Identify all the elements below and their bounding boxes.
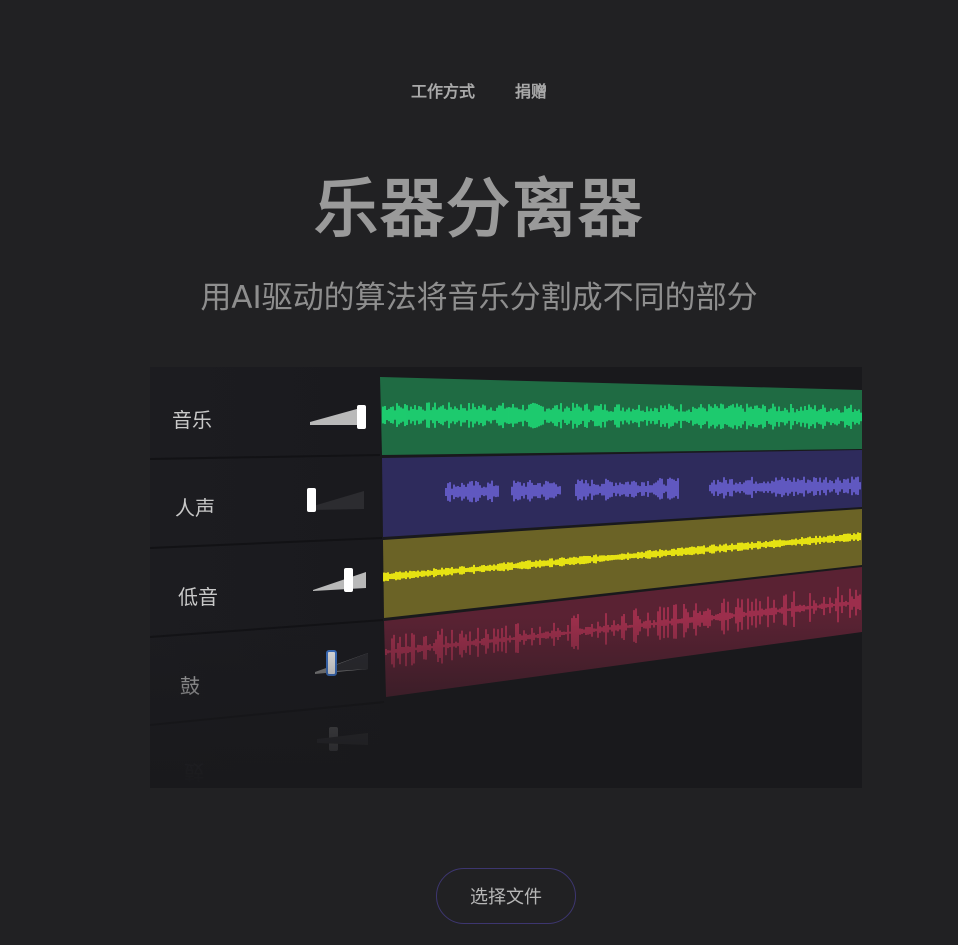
top-nav: 工作方式 捐赠 [0, 78, 958, 102]
page-subtitle: 用AI驱动的算法将音乐分割成不同的部分 [200, 280, 758, 316]
track-label-bass: 低音 [178, 585, 218, 609]
choose-file-button[interactable]: 选择文件 [436, 868, 576, 924]
page-title: 乐器分离器 [314, 173, 644, 247]
nav-donate-link[interactable]: 捐赠 [515, 78, 547, 102]
stem-mixer-demo-image: 音乐 人声 低音 鼓 鼓 [150, 367, 862, 788]
reflection-fade [150, 617, 862, 788]
track-label-music: 音乐 [172, 408, 212, 432]
track-label-vocals: 人声 [175, 496, 215, 520]
nav-how-it-works-link[interactable]: 工作方式 [411, 78, 475, 102]
stem-mixer-illustration: 音乐 人声 低音 鼓 鼓 [150, 367, 862, 788]
